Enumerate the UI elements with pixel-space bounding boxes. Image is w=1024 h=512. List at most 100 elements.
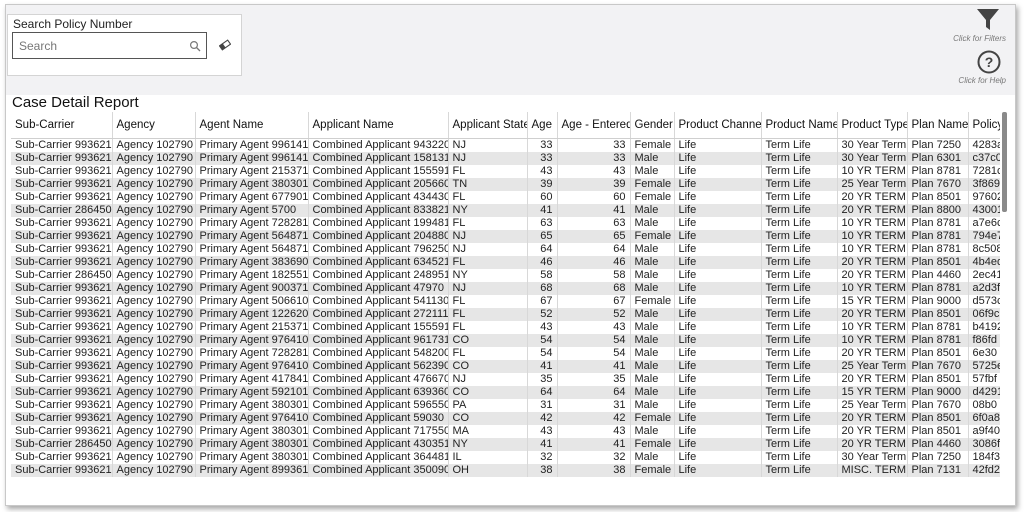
help-label[interactable]: Click for Help <box>958 76 1006 85</box>
table-cell: 35 <box>557 373 631 386</box>
column-header[interactable]: Agency <box>112 112 196 139</box>
table-cell: 15 YR TERM <box>837 386 908 399</box>
column-header[interactable]: Age <box>527 112 558 139</box>
table-cell: Life <box>674 243 762 256</box>
table-cell: Combined Applicant 155591 <box>308 165 449 178</box>
table-cell: TN <box>448 178 528 191</box>
table-cell: Combined Applicant 155591 <box>308 321 449 334</box>
filter-icon[interactable] <box>976 7 1000 33</box>
column-header[interactable]: Policy <box>968 112 1000 139</box>
table-cell: Primary Agent 5700 <box>195 204 309 217</box>
table-cell: Sub-Carrier 286450 <box>11 438 113 451</box>
column-header[interactable]: Agent Name <box>195 112 309 139</box>
table-cell: Plan 7670 <box>907 360 969 373</box>
table-cell: 20 YR TERM <box>837 269 908 282</box>
table-cell: Term Life <box>761 204 838 217</box>
column-header[interactable]: Sub-Carrier <box>11 112 113 139</box>
table-cell: Term Life <box>761 347 838 360</box>
table-cell: Term Life <box>761 138 838 152</box>
table-cell: Plan 6301 <box>907 152 969 165</box>
table-cell: Term Life <box>761 191 838 204</box>
table-row[interactable]: Sub-Carrier 993621 Agency 102790 Primary A… <box>11 321 1000 334</box>
table-cell: Primary Agent 564871 <box>195 230 309 243</box>
table-cell: Sub-Carrier 993621 <box>11 373 113 386</box>
table-row[interactable]: Sub-Carrier 993621 Agency 102790 Primary A… <box>11 464 1000 477</box>
table-row[interactable]: Sub-Carrier 993621 Agency 102790 Primary A… <box>11 399 1000 412</box>
column-header[interactable]: Age - Entered <box>557 112 631 139</box>
table-cell: Primary Agent 182551 <box>195 269 309 282</box>
column-header[interactable]: Gender <box>630 112 675 139</box>
table-row[interactable]: Sub-Carrier 993621 Agency 102790 Primary A… <box>11 334 1000 347</box>
table-row[interactable]: Sub-Carrier 993621 Agency 102790 Primary A… <box>11 373 1000 386</box>
table-cell: 67 <box>527 295 558 308</box>
table-row[interactable]: Sub-Carrier 993621 Agency 102790 Primary A… <box>11 308 1000 321</box>
table-cell: Agency 102790 <box>112 399 196 412</box>
help-icon[interactable]: ? <box>977 50 1001 74</box>
eraser-icon[interactable] <box>219 39 231 51</box>
table-row[interactable]: Sub-Carrier 286450 Agency 102790 Primary A… <box>11 204 1000 217</box>
table-cell: Life <box>674 191 762 204</box>
column-header[interactable]: Applicant State <box>448 112 528 139</box>
table-cell: Sub-Carrier 993621 <box>11 412 113 425</box>
table-cell: Agency 102790 <box>112 412 196 425</box>
filter-label[interactable]: Click for Filters <box>953 34 1006 43</box>
table-cell: d4291 <box>968 386 1000 399</box>
table-row[interactable]: Sub-Carrier 993621 Agency 102790 Primary A… <box>11 425 1000 438</box>
table-cell: 41 <box>557 360 631 373</box>
table-cell: Male <box>630 334 675 347</box>
table-row[interactable]: Sub-Carrier 286450 Agency 102790 Primary A… <box>11 269 1000 282</box>
search-icon[interactable] <box>189 40 201 52</box>
table-row[interactable]: Sub-Carrier 993621 Agency 102790 Primary A… <box>11 217 1000 230</box>
table-cell: 10 YR TERM <box>837 165 908 178</box>
table-cell: Term Life <box>761 399 838 412</box>
table-cell: Life <box>674 373 762 386</box>
table-cell: Sub-Carrier 993621 <box>11 334 113 347</box>
table-cell: Combined Applicant 430351 <box>308 438 449 451</box>
table-cell: Plan 8781 <box>907 165 969 178</box>
table-row[interactable]: Sub-Carrier 993621 Agency 102790 Primary A… <box>11 386 1000 399</box>
table-cell: Life <box>674 464 762 477</box>
table-row[interactable]: Sub-Carrier 993621 Agency 102790 Primary A… <box>11 230 1000 243</box>
table-cell: Male <box>630 386 675 399</box>
help-glyph: ? <box>985 54 994 70</box>
table-row[interactable]: Sub-Carrier 993621 Agency 102790 Primary A… <box>11 138 1000 152</box>
table-cell: 7281c <box>968 165 1000 178</box>
table-row[interactable]: Sub-Carrier 993621 Agency 102790 Primary A… <box>11 295 1000 308</box>
table-cell: Life <box>674 334 762 347</box>
table-row[interactable]: Sub-Carrier 993621 Agency 102790 Primary A… <box>11 360 1000 373</box>
table-row[interactable]: Sub-Carrier 993621 Agency 102790 Primary A… <box>11 347 1000 360</box>
table-row[interactable]: Sub-Carrier 993621 Agency 102790 Primary A… <box>11 191 1000 204</box>
table-cell: Plan 9000 <box>907 295 969 308</box>
table-cell: Primary Agent 380301 <box>195 438 309 451</box>
table-cell: 97602 <box>968 191 1000 204</box>
table-cell: 57fbf <box>968 373 1000 386</box>
table-cell: CO <box>448 412 528 425</box>
table-row[interactable]: Sub-Carrier 993621 Agency 102790 Primary A… <box>11 165 1000 178</box>
table-cell: Male <box>630 451 675 464</box>
table-row[interactable]: Sub-Carrier 993621 Agency 102790 Primary A… <box>11 178 1000 191</box>
table-cell: Sub-Carrier 993621 <box>11 256 113 269</box>
table-cell: a7e6c <box>968 217 1000 230</box>
column-header[interactable]: Product Name <box>761 112 838 139</box>
table-cell: c37c0 <box>968 152 1000 165</box>
table-cell: Plan 8781 <box>907 243 969 256</box>
table-cell: 41 <box>527 360 558 373</box>
table-cell: Sub-Carrier 993621 <box>11 217 113 230</box>
table-row[interactable]: Sub-Carrier 993621 Agency 102790 Primary A… <box>11 282 1000 295</box>
search-input[interactable] <box>19 37 179 55</box>
table-row[interactable]: Sub-Carrier 993621 Agency 102790 Primary A… <box>11 451 1000 464</box>
table-row[interactable]: Sub-Carrier 993621 Agency 102790 Primary A… <box>11 256 1000 269</box>
column-header[interactable]: Applicant Name <box>308 112 449 139</box>
column-header[interactable]: Product Channel <box>674 112 762 139</box>
table-row[interactable]: Sub-Carrier 286450 Agency 102790 Primary A… <box>11 438 1000 451</box>
column-header[interactable]: Plan Name <box>907 112 969 139</box>
table-row[interactable]: Sub-Carrier 993621 Agency 102790 Primary A… <box>11 412 1000 425</box>
search-box[interactable] <box>12 32 207 59</box>
column-header[interactable]: Product Type <box>837 112 908 139</box>
table-cell: Male <box>630 308 675 321</box>
vertical-scrollbar-thumb[interactable] <box>1002 112 1007 212</box>
table-row[interactable]: Sub-Carrier 993621 Agency 102790 Primary A… <box>11 243 1000 256</box>
report-table-container[interactable]: Sub-Carrier Agency Agent Name Applicant Nam… <box>11 112 1000 505</box>
table-row[interactable]: Sub-Carrier 993621 Agency 102790 Primary A… <box>11 152 1000 165</box>
table-cell: Life <box>674 230 762 243</box>
